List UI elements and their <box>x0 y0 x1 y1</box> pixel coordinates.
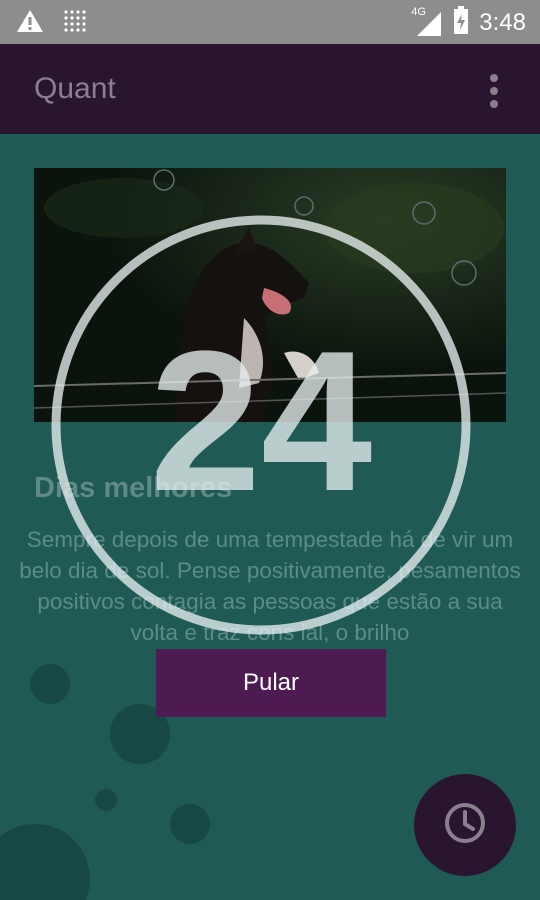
overflow-menu-icon[interactable] <box>488 74 500 108</box>
countdown-number: 24 <box>149 310 373 533</box>
decorative-bubble <box>170 804 210 844</box>
decorative-bubble <box>95 789 117 811</box>
warning-icon <box>16 8 44 39</box>
dots-grid-icon <box>62 8 88 39</box>
skip-button[interactable]: Pular <box>156 649 386 717</box>
battery-icon <box>453 6 469 39</box>
main-content: Dias melhores Sempre depois de uma tempe… <box>0 134 540 900</box>
decorative-bubble <box>0 824 90 900</box>
decorative-bubble <box>30 664 70 704</box>
app-title: Quant <box>34 72 116 105</box>
signal-icon: 4G <box>411 6 443 38</box>
status-time: 3:48 <box>479 8 526 36</box>
clock-fab-button[interactable] <box>414 774 516 876</box>
app-bar: Quant <box>0 44 540 134</box>
status-bar: 4G 3:48 <box>0 0 540 44</box>
clock-icon <box>443 801 487 850</box>
